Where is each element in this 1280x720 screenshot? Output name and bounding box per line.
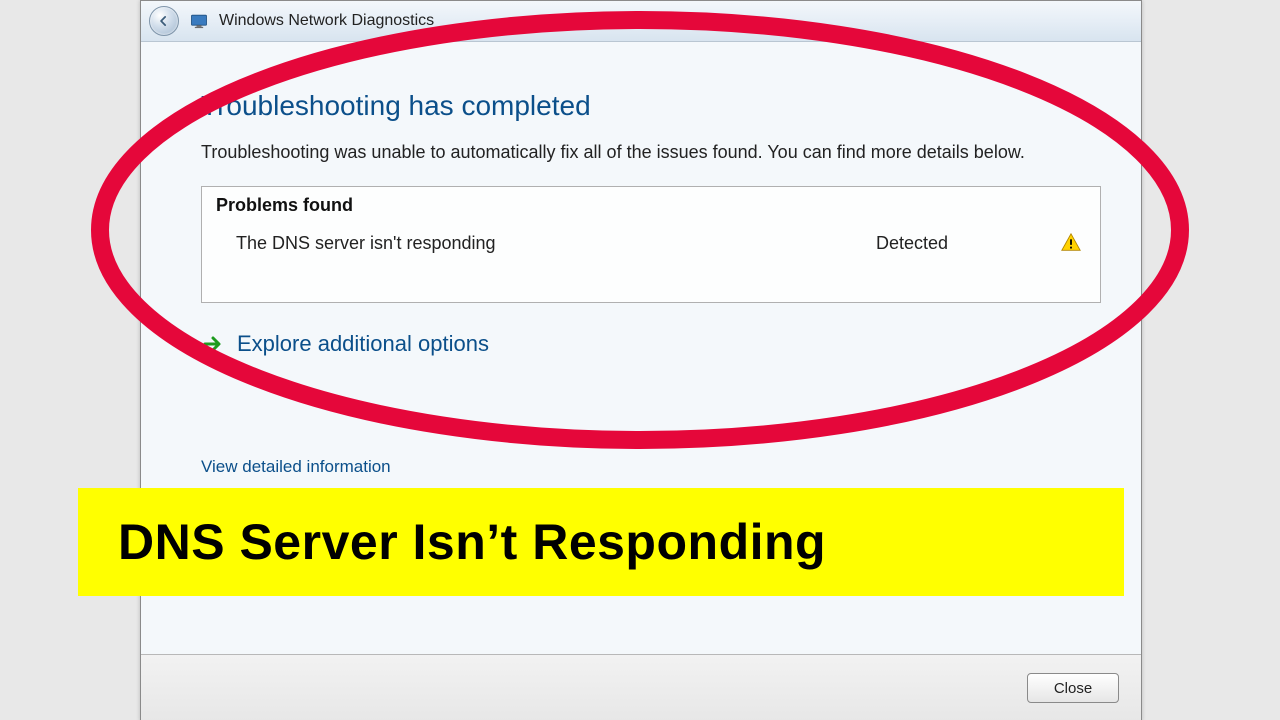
overlay-banner-text: DNS Server Isn’t Responding bbox=[118, 513, 826, 571]
title-bar: Windows Network Diagnostics bbox=[141, 1, 1141, 42]
stage: Windows Network Diagnostics Troubleshoot… bbox=[0, 0, 1280, 720]
problem-status: Detected bbox=[876, 233, 1056, 254]
problems-panel: Problems found The DNS server isn't resp… bbox=[201, 186, 1101, 303]
page-heading: Troubleshooting has completed bbox=[201, 90, 1101, 122]
window-title: Windows Network Diagnostics bbox=[219, 12, 434, 30]
back-arrow-icon bbox=[157, 14, 171, 28]
arrow-right-icon bbox=[201, 332, 225, 356]
back-button[interactable] bbox=[149, 6, 179, 36]
warning-icon bbox=[1056, 232, 1086, 254]
troubleshooter-dialog: Windows Network Diagnostics Troubleshoot… bbox=[140, 0, 1142, 720]
problem-row[interactable]: The DNS server isn't responding Detected bbox=[202, 226, 1100, 302]
explore-options-link[interactable]: Explore additional options bbox=[201, 331, 1101, 357]
view-details-link[interactable]: View detailed information bbox=[201, 457, 391, 477]
problem-text: The DNS server isn't responding bbox=[236, 233, 876, 254]
problems-header: Problems found bbox=[202, 187, 1100, 226]
close-button[interactable]: Close bbox=[1027, 673, 1119, 703]
dialog-footer: Close bbox=[141, 654, 1141, 720]
page-subtext: Troubleshooting was unable to automatica… bbox=[201, 140, 1071, 164]
app-icon bbox=[189, 11, 209, 31]
content-area: Troubleshooting has completed Troublesho… bbox=[141, 42, 1141, 477]
overlay-banner: DNS Server Isn’t Responding bbox=[78, 488, 1124, 596]
explore-options-label: Explore additional options bbox=[237, 331, 489, 357]
